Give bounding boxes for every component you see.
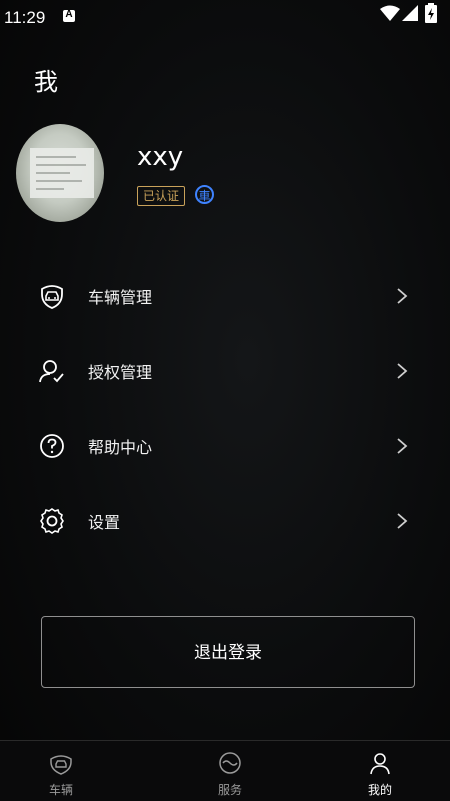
car-icon bbox=[50, 755, 72, 775]
menu-label: 车辆管理 bbox=[88, 288, 153, 307]
logout-button[interactable]: 退出登录 bbox=[41, 616, 415, 688]
menu-label: 帮助中心 bbox=[88, 438, 153, 457]
chevron-right-icon bbox=[397, 513, 408, 529]
help-circle-icon bbox=[40, 434, 64, 458]
username: xxy bbox=[137, 142, 184, 172]
car-shield-icon bbox=[41, 285, 63, 309]
tab-service[interactable]: 服务 bbox=[155, 741, 305, 801]
status-time: 11:29 bbox=[4, 8, 46, 27]
tab-label: 服务 bbox=[217, 783, 242, 797]
tab-vehicle[interactable]: 车辆 bbox=[0, 741, 136, 801]
tab-profile[interactable]: 我的 bbox=[305, 741, 450, 801]
chevron-right-icon bbox=[397, 438, 408, 454]
bottom-tab-bar: 车辆 服务 我的 bbox=[0, 740, 450, 801]
user-check-icon bbox=[39, 360, 64, 383]
chevron-right-icon bbox=[397, 363, 408, 379]
menu-label: 授权管理 bbox=[88, 363, 153, 382]
avatar[interactable] bbox=[16, 124, 104, 222]
battery-icon bbox=[425, 3, 437, 23]
tab-label: 我的 bbox=[367, 783, 392, 797]
signal-icon bbox=[402, 5, 418, 21]
tab-label: 车辆 bbox=[48, 783, 73, 797]
menu-item-vehicle-management[interactable]: 车辆管理 bbox=[0, 266, 450, 326]
notification-icon: A bbox=[63, 9, 75, 22]
wifi-icon bbox=[380, 5, 400, 21]
gear-icon bbox=[40, 508, 64, 534]
service-icon bbox=[219, 752, 241, 774]
vehicle-badge: 車 bbox=[195, 185, 214, 204]
menu-item-help-center[interactable]: 帮助中心 bbox=[0, 416, 450, 476]
profile-icon bbox=[370, 753, 390, 775]
menu-item-settings[interactable]: 设置 bbox=[0, 491, 450, 551]
menu-label: 设置 bbox=[88, 513, 121, 532]
status-bar: 11:29 A bbox=[0, 0, 450, 34]
menu-item-authorization-management[interactable]: 授权管理 bbox=[0, 341, 450, 401]
chevron-right-icon bbox=[397, 288, 408, 304]
page-title: 我 bbox=[34, 68, 58, 96]
verified-badge: 已认证 bbox=[137, 186, 186, 206]
